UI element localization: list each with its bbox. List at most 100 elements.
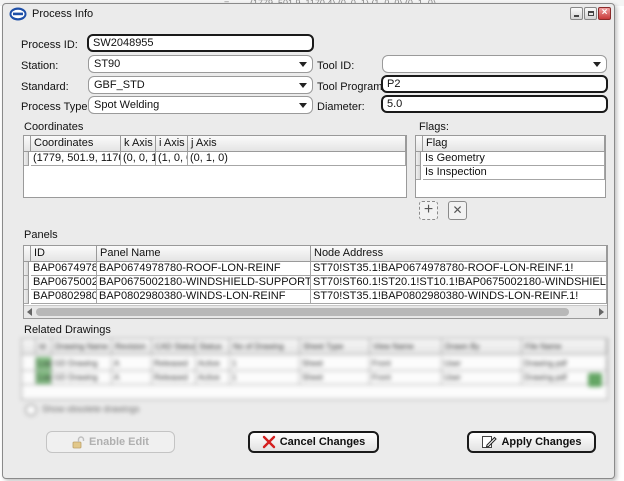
cell-i-axis: (1, 0, 0) <box>156 152 188 166</box>
cell-drawing-name: GD Drawing <box>52 371 112 385</box>
cell-drawn-by: User <box>442 371 522 385</box>
cell-id: Load <box>36 357 52 371</box>
coordinates-label: Coordinates <box>24 121 84 133</box>
tool-id-dropdown[interactable] <box>382 55 607 73</box>
column-header-node-address[interactable]: Node Address <box>311 246 607 262</box>
cell-no-of-drawing: 1 <box>230 357 300 371</box>
tool-id-label: Tool ID: <box>317 60 355 72</box>
flags-grid[interactable]: Flag Is Geometry Is Inspection <box>415 135 606 198</box>
cell-drawing-name: GD Drawing <box>52 357 112 371</box>
minimize-icon <box>574 15 579 17</box>
cell-id: BAP0674978780 <box>31 262 97 276</box>
column-header-flag[interactable]: Flag <box>423 136 605 152</box>
remove-flag-button[interactable]: ✕ <box>448 201 467 220</box>
panels-label: Panels <box>24 229 58 241</box>
unlock-icon <box>72 435 85 448</box>
cell-status: Active <box>196 357 230 371</box>
apply-changes-label: Apply Changes <box>501 436 582 448</box>
cell-k-axis: (0, 0, 1) <box>121 152 156 166</box>
station-dropdown[interactable]: ST90 <box>88 55 313 73</box>
column-header-j-axis[interactable]: j Axis <box>188 136 406 152</box>
cell-panel-name: BAP0802980380-WINDS-LON-REINF <box>97 290 311 304</box>
scroll-right-icon[interactable] <box>599 308 604 316</box>
app-logo-icon <box>9 7 27 21</box>
flag-is-inspection: Is Inspection <box>423 166 605 180</box>
apply-changes-button[interactable]: Apply Changes <box>467 431 596 453</box>
row-header <box>24 262 29 276</box>
column-header-coordinates[interactable]: Coordinates <box>31 136 121 152</box>
tool-program-field[interactable]: P2 <box>381 75 608 93</box>
column-header-no-of-drawing: No of Drawing <box>230 339 300 355</box>
cancel-changes-button[interactable]: Cancel Changes <box>248 431 379 453</box>
window-title: Process Info <box>32 8 94 20</box>
column-header-panel-name[interactable]: Panel Name <box>97 246 311 262</box>
cell-node-address: ST70!ST60.1!ST20.1!ST10.1!BAP0675002180-… <box>311 276 607 290</box>
column-header-k-axis[interactable]: k Axis <box>121 136 156 152</box>
row-header <box>416 152 421 166</box>
cell-node-address: ST70!ST35.1!BAP0802980380-WINDS-LON-REIN… <box>311 290 607 304</box>
column-header-view-name: View Name <box>370 339 442 355</box>
chevron-down-icon <box>299 83 307 88</box>
show-obsolete-drawings-toggle[interactable]: Show obsolete drawings <box>25 404 185 418</box>
column-header-id[interactable]: ID <box>31 246 97 262</box>
scroll-left-icon[interactable] <box>27 308 32 316</box>
plus-icon: + <box>423 201 434 218</box>
station-value: ST90 <box>94 58 121 70</box>
cell-panel-name: BAP0675002180-WINDSHIELD-SUPPORT-016-M33 <box>97 276 311 290</box>
enable-edit-button[interactable]: Enable Edit <box>46 431 175 453</box>
row-header <box>24 276 29 290</box>
grid-corner <box>24 246 31 262</box>
coordinates-grid[interactable]: Coordinates k Axis i Axis j Axis (1779, … <box>23 135 407 198</box>
cell-cad-status: Released <box>152 357 196 371</box>
column-header-i-axis[interactable]: i Axis <box>156 136 188 152</box>
cell-view-name: Front <box>370 357 442 371</box>
related-drawings-grid[interactable]: Id Drawing Name Revision CAD Status Stat… <box>21 338 610 402</box>
x-icon: ✕ <box>452 203 463 217</box>
column-header-file-name: File Name <box>522 339 607 355</box>
process-type-value: Spot Welding <box>94 99 160 111</box>
cell-id: BAP0675002180 <box>31 276 97 290</box>
close-button[interactable]: × <box>598 7 611 20</box>
cell-node-address: ST70!ST35.1!BAP0674978780-ROOF-LON-REINF… <box>311 262 607 276</box>
scrollbar-thumb[interactable] <box>36 308 569 316</box>
station-label: Station: <box>21 60 59 72</box>
red-x-icon <box>262 435 275 449</box>
title-bar[interactable]: Process Info × <box>3 4 614 24</box>
cell-file-name: Drawing.pdf <box>522 357 607 371</box>
standard-label: Standard: <box>21 81 69 93</box>
cell-id: BAP0802980380 <box>31 290 97 304</box>
diameter-field[interactable]: 5.0 <box>381 95 608 113</box>
panels-grid[interactable]: ID Panel Name Node Address BAP0674978780… <box>23 245 608 319</box>
chevron-down-icon <box>593 62 601 67</box>
maximize-button[interactable] <box>584 7 597 20</box>
checkbox-icon[interactable] <box>25 404 37 416</box>
cell-cad-status: Released <box>152 371 196 385</box>
cell-revision: A <box>112 357 152 371</box>
spreadsheet-icon[interactable] <box>588 373 602 387</box>
process-id-label: Process ID: <box>21 39 78 51</box>
horizontal-scrollbar[interactable] <box>24 305 607 318</box>
column-header-cad-status: CAD Status <box>152 339 196 355</box>
standard-dropdown[interactable]: GBF_STD <box>88 76 313 94</box>
column-header-drawn-by: Drawn By <box>442 339 522 355</box>
window-controls: × <box>570 7 611 20</box>
process-type-label: Process Type: <box>21 101 91 113</box>
diameter-label: Diameter: <box>317 101 365 113</box>
tool-program-label: Tool Program: <box>317 81 386 93</box>
cell-view-name: Front <box>370 371 442 385</box>
close-icon: × <box>601 7 608 18</box>
column-header-status: Status <box>196 339 230 355</box>
cell-coordinates: (1779, 501.9, 1170.4) <box>31 152 121 166</box>
edit-document-icon <box>482 436 498 448</box>
add-flag-button[interactable]: + <box>419 201 438 220</box>
column-header-sheet-type: Sheet Type <box>300 339 370 355</box>
chevron-down-icon <box>299 62 307 67</box>
cancel-changes-label: Cancel Changes <box>279 436 366 448</box>
cell-revision: A <box>112 371 152 385</box>
minimize-button[interactable] <box>570 7 583 20</box>
cell-id: Load <box>36 371 52 385</box>
process-type-dropdown[interactable]: Spot Welding <box>88 96 313 114</box>
process-id-field[interactable]: SW2048955 <box>87 34 314 52</box>
cell-panel-name: BAP0674978780-ROOF-LON-REINF <box>97 262 311 276</box>
cell-j-axis: (0, 1, 0) <box>188 152 406 166</box>
